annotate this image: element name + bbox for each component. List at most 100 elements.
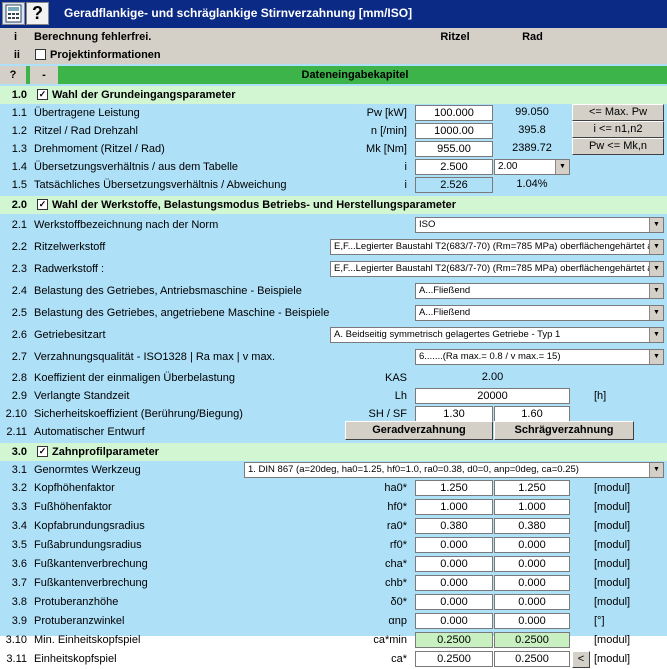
- row-symbol: ha0*: [384, 482, 407, 494]
- ritzel-value[interactable]: 0.000: [415, 556, 493, 572]
- i-from-n-button[interactable]: i <= n1,n2: [572, 121, 664, 138]
- row-number: 3.10: [5, 634, 27, 646]
- tool-select[interactable]: 1. DIN 867 (a=20deg, ha0=1.25, hf0=1.0, …: [244, 462, 664, 478]
- row-number: 1.2: [11, 125, 27, 137]
- section-2-checkbox[interactable]: ✓: [37, 199, 48, 210]
- row-number: 3.4: [11, 520, 27, 532]
- row-number: 2.6: [11, 329, 27, 341]
- param-row: 2.2 Ritzelwerkstoff E,F...Legierter Bausta…: [0, 236, 667, 258]
- row-label: Übersetzungsverhältnis / aus dem Tabelle: [34, 161, 239, 173]
- row-symbol: ra0*: [386, 520, 407, 532]
- unit-label: [modul]: [594, 653, 631, 665]
- section-1-checkbox[interactable]: ✓: [37, 89, 48, 100]
- spur-gear-button[interactable]: Geradverzahnung: [345, 421, 493, 440]
- ritzel-value[interactable]: 0.000: [415, 537, 493, 553]
- pw-from-mk-button[interactable]: Pw <= Mk,n: [572, 138, 664, 155]
- select-value: E,F...Legierter Baustahl T2(683/7-70) (R…: [334, 263, 658, 274]
- rad-value[interactable]: 1.250: [494, 480, 570, 496]
- row-number: 3.2: [11, 482, 27, 494]
- ritzel-value[interactable]: 0.2500: [415, 651, 493, 667]
- ritzel-value[interactable]: 0.000: [415, 575, 493, 591]
- param-row: 2.3 Radwerkstoff : E,F...Legierter Baustah…: [0, 258, 667, 280]
- chevron-down-icon: ▼: [649, 218, 663, 232]
- unit-label: [modul]: [594, 558, 631, 570]
- row-number: 2.4: [11, 285, 27, 297]
- project-info-row: ii Projektinformationen: [0, 46, 667, 64]
- parameter-select[interactable]: 6.......(Ra max.= 0.8 / v max.= 15) ▼: [415, 349, 664, 365]
- row-number: 1.5: [11, 179, 27, 191]
- status-text: Berechnung fehlerfrei.: [34, 31, 152, 43]
- unit-label: [modul]: [594, 577, 631, 589]
- rad-value[interactable]: 1.000: [494, 499, 570, 515]
- rad-value[interactable]: 0.000: [494, 594, 570, 610]
- row-symbol: αnp: [388, 615, 407, 627]
- unit-label: [modul]: [594, 596, 631, 608]
- section-3-checkbox[interactable]: ✓: [37, 446, 48, 457]
- row-label: Werkstoffbezeichnung nach der Norm: [34, 219, 219, 231]
- rad-value[interactable]: 0.000: [494, 537, 570, 553]
- rad-value: 0.2500: [494, 632, 570, 648]
- parameter-select[interactable]: A...Fließend ▼: [415, 305, 664, 321]
- row-symbol: i: [404, 179, 407, 191]
- help-button[interactable]: ?: [0, 66, 26, 84]
- collapse-button[interactable]: -: [30, 66, 58, 84]
- ritzel-value[interactable]: 0.000: [415, 613, 493, 629]
- select-value: A. Beidseitig symmetrisch gelagertes Get…: [334, 329, 561, 340]
- row-symbol: chb*: [384, 577, 407, 589]
- ritzel-value: 2.526: [415, 177, 493, 193]
- ratio-select[interactable]: 2.00 ▼: [494, 159, 570, 175]
- ritzel-value[interactable]: 2.500: [415, 159, 493, 175]
- row-label: Fußhöhenfaktor: [34, 501, 112, 513]
- param-row: 3.2 Kopfhöhenfaktor ha0* 1.250 1.250 [modul]: [0, 479, 667, 498]
- row-number: 3.6: [11, 558, 27, 570]
- row-label: Kopfhöhenfaktor: [34, 482, 115, 494]
- chevron-down-icon: ▼: [649, 306, 663, 320]
- rad-value: 1.04%: [494, 177, 570, 193]
- row-label: Min. Einheitskopfspiel: [34, 634, 141, 646]
- calculator-icon[interactable]: [2, 2, 25, 25]
- kas-value[interactable]: 2.00: [415, 370, 570, 386]
- sh-input[interactable]: 1.30: [415, 406, 493, 422]
- param-row: 3.8 Protuberanzhöhe δ0* 0.000 0.000 [modul]: [0, 593, 667, 612]
- helical-gear-button[interactable]: Schrägverzahnung: [494, 421, 634, 440]
- sf-input[interactable]: 1.60: [494, 406, 570, 422]
- rad-value[interactable]: 0.000: [494, 556, 570, 572]
- unit-label: [modul]: [594, 501, 631, 513]
- param-row: 3.11 Einheitskopfspiel ca* 0.2500 0.2500 < [mo…: [0, 650, 667, 669]
- parameter-select[interactable]: E,F...Legierter Baustahl T2(683/7-70) (R…: [330, 239, 664, 255]
- rad-value[interactable]: 0.2500: [494, 651, 570, 667]
- row-symbol: i: [404, 161, 407, 173]
- ritzel-value: 0.2500: [415, 632, 493, 648]
- parameter-select[interactable]: ISO ▼: [415, 217, 664, 233]
- rad-value[interactable]: 0.000: [494, 613, 570, 629]
- param-row: 2.4 Belastung des Getriebes, Antriebsmasc…: [0, 280, 667, 302]
- param-row: 3.7 Fußkantenverbrechung chb* 0.000 0.000 [mo…: [0, 574, 667, 593]
- ritzel-value[interactable]: 1000.00: [415, 123, 493, 139]
- help-icon[interactable]: ?: [26, 2, 49, 25]
- param-row: 1.2 Ritzel / Rad Drehzahl n [/min] 1000.00 3…: [0, 122, 667, 140]
- param-row: 2.1 Werkstoffbezeichnung nach der Norm ISO…: [0, 214, 667, 236]
- parameter-select[interactable]: A. Beidseitig symmetrisch gelagertes Get…: [330, 327, 664, 343]
- row-label: Ritzelwerkstoff: [34, 241, 106, 253]
- rad-value[interactable]: 0.380: [494, 518, 570, 534]
- ritzel-value[interactable]: 955.00: [415, 141, 493, 157]
- row-number: 3.8: [11, 596, 27, 608]
- max-pw-button[interactable]: <= Max. Pw: [572, 104, 664, 121]
- ritzel-value[interactable]: 1.000: [415, 499, 493, 515]
- select-value: E,F...Legierter Baustahl T2(683/7-70) (R…: [334, 241, 658, 252]
- row-label: Kopfabrundungsradius: [34, 520, 145, 532]
- ritzel-value[interactable]: 1.250: [415, 480, 493, 496]
- unit-label: [modul]: [594, 482, 631, 494]
- rad-value[interactable]: 0.000: [494, 575, 570, 591]
- ritzel-value[interactable]: 100.000: [415, 105, 493, 121]
- project-info-checkbox[interactable]: [35, 49, 46, 60]
- param-row: 3.6 Fußkantenverbrechung cha* 0.000 0.000 [mo…: [0, 555, 667, 574]
- copy-left-button[interactable]: <: [572, 651, 590, 668]
- lh-input[interactable]: 20000: [415, 388, 570, 404]
- row-symbol: n [/min]: [370, 125, 407, 137]
- parameter-select[interactable]: E,F...Legierter Baustahl T2(683/7-70) (R…: [330, 261, 664, 277]
- parameter-select[interactable]: A...Fließend ▼: [415, 283, 664, 299]
- ritzel-value[interactable]: 0.380: [415, 518, 493, 534]
- ritzel-value[interactable]: 0.000: [415, 594, 493, 610]
- row-label: Drehmoment (Ritzel / Rad): [34, 143, 165, 155]
